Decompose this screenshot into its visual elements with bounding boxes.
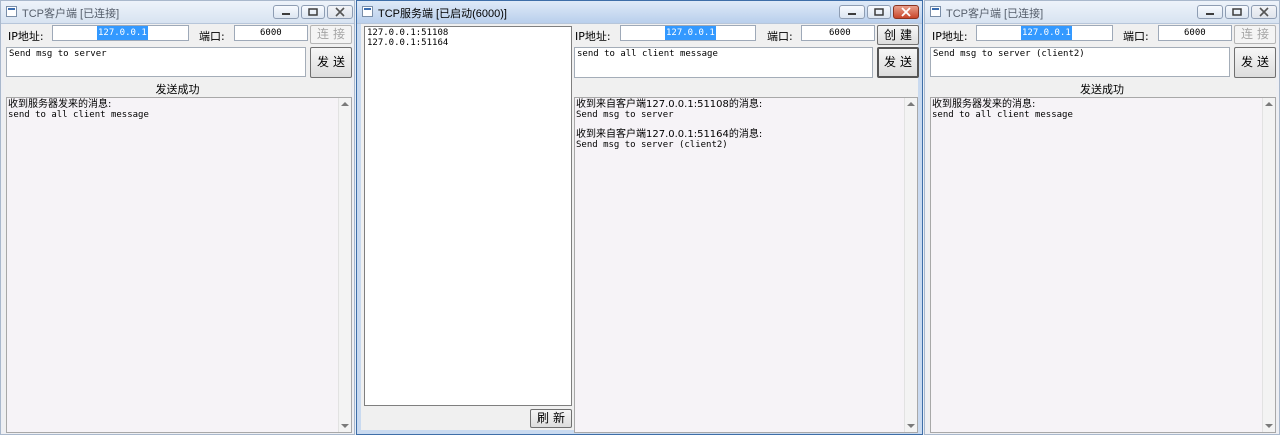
- log-header: 收到服务器发来的消息:: [932, 99, 1036, 110]
- scroll-up-arrow-icon[interactable]: [341, 102, 349, 106]
- create-button[interactable]: 创建: [877, 25, 919, 45]
- close-icon: [1259, 7, 1269, 17]
- message-input[interactable]: send to all client message: [574, 47, 873, 78]
- close-button[interactable]: [893, 5, 919, 19]
- ip-label: IP地址:: [575, 30, 611, 43]
- close-icon: [901, 7, 911, 17]
- log-content: 收到服务器发来的消息: send to all client message: [932, 99, 1263, 120]
- maximize-button[interactable]: [301, 5, 325, 19]
- status-text: 发送成功: [1080, 83, 1124, 96]
- log-scrollbar[interactable]: [338, 98, 351, 432]
- port-label: 端口:: [767, 30, 793, 43]
- client-body: IP地址: 127.0.0.1 端口: 6000 连接 Send msg to …: [4, 24, 352, 433]
- scroll-up-arrow-icon[interactable]: [1265, 102, 1273, 106]
- minimize-button[interactable]: [1197, 5, 1223, 19]
- close-icon: [335, 7, 345, 17]
- port-value: 6000: [829, 28, 851, 38]
- client-list[interactable]: 127.0.0.1:51108 127.0.0.1:51164: [364, 26, 572, 406]
- log-header: 收到服务器发来的消息:: [8, 99, 112, 110]
- title-bar[interactable]: TCP服务端 [已启动(6000)]: [357, 1, 922, 24]
- ip-label: IP地址:: [932, 30, 968, 43]
- message-input[interactable]: Send msg to server (client2): [930, 47, 1230, 77]
- log-content: 收到服务器发来的消息: send to all client message: [8, 99, 339, 120]
- minimize-icon: [282, 13, 290, 15]
- ip-value: 127.0.0.1: [97, 26, 148, 40]
- ip-label: IP地址:: [8, 30, 44, 43]
- status-text: 发送成功: [155, 83, 200, 96]
- port-input[interactable]: 6000: [1158, 25, 1232, 41]
- port-input[interactable]: 6000: [801, 25, 875, 41]
- title-bar[interactable]: TCP客户端 [已连接]: [1, 1, 354, 24]
- minimize-icon: [1206, 13, 1214, 15]
- connect-button[interactable]: 连接: [1234, 25, 1276, 44]
- maximize-button[interactable]: [1225, 5, 1249, 19]
- minimize-icon: [848, 13, 856, 15]
- title-bar[interactable]: TCP客户端 [已连接]: [925, 1, 1279, 24]
- maximize-icon: [1232, 8, 1242, 16]
- log-message: Send msg to server (client2): [576, 140, 728, 150]
- server-body: 127.0.0.1:51108 127.0.0.1:51164 刷新 IP地址:…: [361, 24, 919, 433]
- log-scrollbar[interactable]: [904, 98, 917, 432]
- app-icon: [6, 6, 17, 17]
- window-title: TCP客户端 [已连接]: [946, 8, 1044, 20]
- received-log[interactable]: 收到服务器发来的消息: send to all client message: [6, 97, 352, 433]
- log-message: send to all client message: [932, 110, 1073, 120]
- minimize-button[interactable]: [273, 5, 299, 19]
- scroll-up-arrow-icon[interactable]: [907, 102, 915, 106]
- client-list-item[interactable]: 127.0.0.1:51164: [367, 38, 569, 48]
- port-value: 6000: [1184, 28, 1206, 38]
- server-window: TCP服务端 [已启动(6000)] 127.0.0.1:51108 127.0…: [356, 0, 923, 435]
- scroll-down-arrow-icon[interactable]: [341, 424, 349, 428]
- maximize-icon: [874, 8, 884, 16]
- log-message: send to all client message: [8, 110, 149, 120]
- log-header: 收到来自客户端127.0.0.1:51164的消息:: [576, 129, 763, 140]
- scroll-down-arrow-icon[interactable]: [1265, 424, 1273, 428]
- connect-button[interactable]: 连接: [310, 25, 352, 44]
- port-label: 端口:: [199, 30, 225, 43]
- port-label: 端口:: [1123, 30, 1149, 43]
- log-content: 收到来自客户端127.0.0.1:51108的消息: Send msg to s…: [576, 99, 905, 150]
- received-log[interactable]: 收到服务器发来的消息: send to all client message: [930, 97, 1276, 433]
- ip-value: 127.0.0.1: [665, 26, 716, 40]
- ip-value: 127.0.0.1: [1021, 26, 1072, 40]
- send-button[interactable]: 发送: [310, 47, 352, 78]
- client-window-left: TCP客户端 [已连接] IP地址: 127.0.0.1 端口: 6000 连接…: [0, 0, 355, 435]
- maximize-button[interactable]: [867, 5, 891, 19]
- client-body: IP地址: 127.0.0.1 端口: 6000 连接 Send msg to …: [928, 24, 1276, 433]
- log-scrollbar[interactable]: [1262, 98, 1275, 432]
- send-button[interactable]: 发送: [1234, 47, 1276, 78]
- ip-input[interactable]: 127.0.0.1: [976, 25, 1113, 41]
- log-header: 收到来自客户端127.0.0.1:51108的消息:: [576, 99, 763, 110]
- message-input[interactable]: Send msg to server: [6, 47, 306, 77]
- client-list-item[interactable]: 127.0.0.1:51108: [367, 28, 569, 38]
- window-title: TCP服务端 [已启动(6000)]: [378, 8, 507, 20]
- scroll-down-arrow-icon[interactable]: [907, 424, 915, 428]
- port-value: 6000: [260, 28, 282, 38]
- app-icon: [930, 6, 941, 17]
- window-title: TCP客户端 [已连接]: [22, 8, 120, 20]
- received-log[interactable]: 收到来自客户端127.0.0.1:51108的消息: Send msg to s…: [574, 97, 918, 433]
- refresh-button[interactable]: 刷新: [530, 409, 572, 428]
- maximize-icon: [308, 8, 318, 16]
- log-message: Send msg to server: [576, 110, 674, 120]
- send-button[interactable]: 发送: [877, 47, 919, 78]
- minimize-button[interactable]: [839, 5, 865, 19]
- port-input[interactable]: 6000: [234, 25, 308, 41]
- close-button[interactable]: [1251, 5, 1277, 19]
- close-button[interactable]: [327, 5, 353, 19]
- app-icon: [362, 6, 373, 17]
- client-window-right: TCP客户端 [已连接] IP地址: 127.0.0.1 端口: 6000 连接…: [924, 0, 1280, 435]
- ip-input[interactable]: 127.0.0.1: [620, 25, 756, 41]
- ip-input[interactable]: 127.0.0.1: [52, 25, 189, 41]
